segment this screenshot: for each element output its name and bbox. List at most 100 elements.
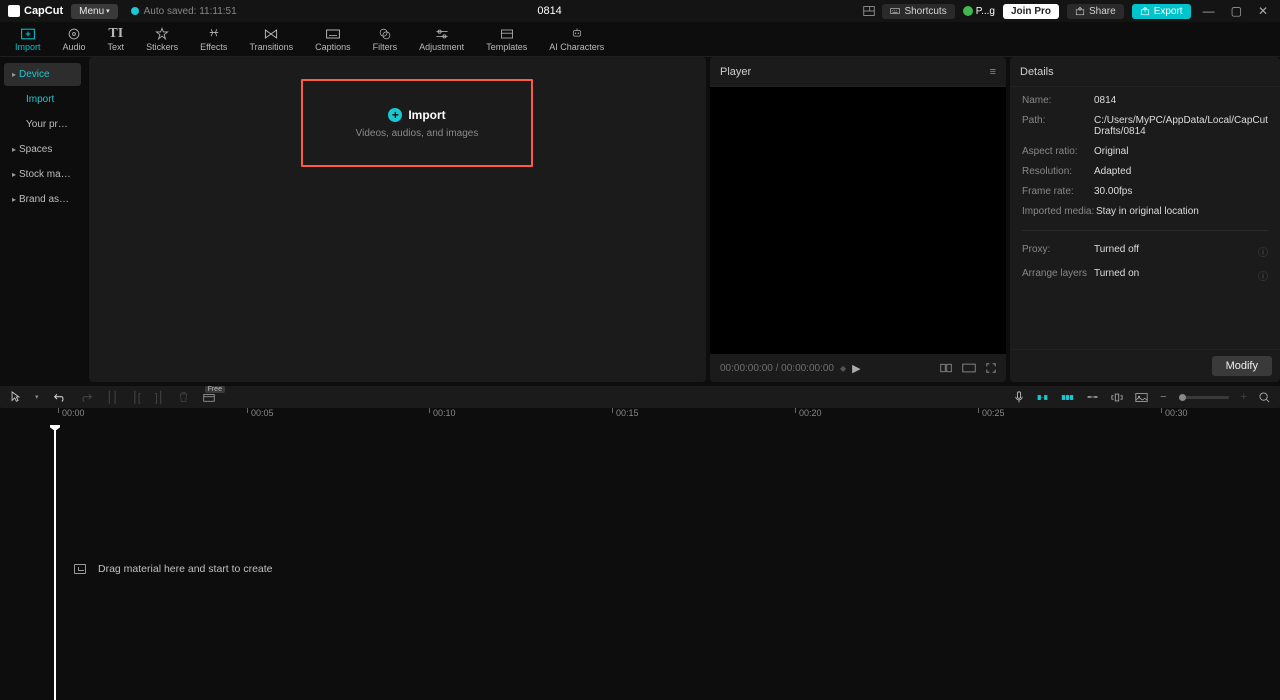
preview-icon[interactable] <box>1111 392 1123 403</box>
tool-tabs: Import Audio TI Text Stickers Effects Tr… <box>0 22 1280 57</box>
info-icon[interactable]: ⓘ <box>1258 268 1268 283</box>
import-dropzone-title: Import <box>408 108 445 122</box>
text-icon: TI <box>108 27 123 41</box>
magnet-main-icon[interactable] <box>1036 392 1049 403</box>
share-button[interactable]: Share <box>1067 4 1124 19</box>
fullscreen-icon[interactable] <box>986 363 996 373</box>
ruler-tick: 00:15 <box>612 408 639 418</box>
tab-import[interactable]: Import <box>4 22 52 56</box>
export-button[interactable]: Export <box>1132 4 1191 19</box>
tab-audio[interactable]: Audio <box>52 22 97 56</box>
detail-resolution-value: Adapted <box>1094 166 1268 177</box>
sidebar-item-device[interactable]: Device <box>4 63 81 86</box>
timeline-drop-hint: Drag material here and start to create <box>74 563 273 575</box>
delete-button <box>178 391 189 403</box>
sidebar-item-import[interactable]: Import <box>4 88 81 111</box>
undo-button[interactable] <box>53 392 66 403</box>
aspect-icon[interactable] <box>962 363 976 373</box>
user-status-dot-icon <box>963 6 973 16</box>
selection-dropdown-icon[interactable]: ▾ <box>35 393 39 401</box>
window-maximize-button[interactable]: ▢ <box>1227 4 1246 18</box>
export-icon <box>1140 6 1150 16</box>
sidebar-item-presets[interactable]: Your presets <box>4 113 81 136</box>
tab-effects[interactable]: Effects <box>189 22 238 56</box>
detail-aspect-value: Original <box>1094 146 1268 157</box>
join-pro-button[interactable]: Join Pro <box>1003 4 1059 19</box>
detail-framerate-value: 30.00fps <box>1094 186 1268 197</box>
menu-button[interactable]: Menu▾ <box>71 4 118 19</box>
tab-stickers[interactable]: Stickers <box>135 22 189 56</box>
plus-circle-icon: + <box>388 108 402 122</box>
ruler-tick: 00:30 <box>1161 408 1188 418</box>
zoom-out-button[interactable]: − <box>1160 391 1166 403</box>
player-timecode: 00:00:00:00 / 00:00:00:00 <box>720 363 834 374</box>
tab-adjustment[interactable]: Adjustment <box>408 22 475 56</box>
timeline-toolbar: ▾ ⎮⎮ ⎮[ ]⎮ Free − + <box>0 386 1280 408</box>
keyboard-icon <box>890 6 900 16</box>
adjustment-icon <box>434 27 450 41</box>
timeline-ruler[interactable]: 00:00 00:05 00:10 00:15 00:20 00:25 00:3… <box>0 408 1280 425</box>
zoom-slider[interactable] <box>1179 396 1229 399</box>
transitions-icon <box>263 27 279 41</box>
playhead[interactable] <box>54 425 56 700</box>
stickers-icon <box>154 27 170 41</box>
import-dropzone[interactable]: + Import Videos, audios, and images <box>301 79 533 167</box>
play-button[interactable]: ▶ <box>852 362 860 375</box>
sidebar-item-brand[interactable]: Brand assets <box>4 188 81 211</box>
tab-ai-characters[interactable]: AI Characters <box>538 22 615 56</box>
detail-path-value: C:/Users/MyPC/AppData/Local/CapCut Draft… <box>1094 115 1268 137</box>
magnet-track-icon[interactable] <box>1061 392 1074 403</box>
shortcuts-button[interactable]: Shortcuts <box>882 4 954 19</box>
auto-cut-button[interactable]: Free <box>203 392 225 403</box>
tab-captions[interactable]: Captions <box>304 22 362 56</box>
app-logo: CapCut <box>8 5 63 17</box>
sidebar-item-spaces[interactable]: Spaces <box>4 138 81 161</box>
ruler-tick: 00:20 <box>795 408 822 418</box>
free-tag: Free <box>205 386 225 393</box>
sidebar-item-stock[interactable]: Stock mate... <box>4 163 81 186</box>
effects-icon <box>206 27 222 41</box>
zoom-fit-button[interactable] <box>1259 392 1270 403</box>
selection-tool-icon[interactable] <box>10 391 21 403</box>
templates-icon <box>499 27 515 41</box>
audio-icon <box>66 27 82 41</box>
autosave-status: Auto saved: 11:11:51 <box>131 6 237 17</box>
detail-imported-value: Stay in original location <box>1096 206 1268 217</box>
player-menu-icon[interactable]: ≡ <box>990 66 996 78</box>
tab-filters[interactable]: Filters <box>362 22 409 56</box>
workspace: Device Import Your presets Spaces Stock … <box>0 57 1280 382</box>
tab-text[interactable]: TI Text <box>97 22 136 56</box>
zoom-in-button[interactable]: + <box>1241 391 1247 403</box>
timeline[interactable]: Drag material here and start to create <box>0 425 1280 700</box>
titlebar: CapCut Menu▾ Auto saved: 11:11:51 0814 S… <box>0 0 1280 22</box>
detail-proxy-value: Turned off <box>1094 244 1258 255</box>
link-icon[interactable] <box>1086 392 1099 402</box>
player-canvas[interactable] <box>710 87 1006 354</box>
detail-imported-label: Imported media: <box>1022 206 1096 217</box>
sidebar: Device Import Your presets Spaces Stock … <box>0 57 85 382</box>
redo-button[interactable] <box>80 392 93 403</box>
layout-icon[interactable] <box>862 5 874 17</box>
app-name: CapCut <box>24 5 63 17</box>
player-marker-icon[interactable]: ◆ <box>840 364 846 373</box>
cover-icon[interactable] <box>1135 392 1148 403</box>
detail-proxy-label: Proxy: <box>1022 244 1094 255</box>
window-minimize-button[interactable]: — <box>1199 4 1219 18</box>
mic-icon[interactable] <box>1014 391 1024 404</box>
user-badge[interactable]: P...g <box>963 6 995 17</box>
ruler-tick: 00:05 <box>247 408 274 418</box>
window-close-button[interactable]: ✕ <box>1254 4 1272 18</box>
info-icon[interactable]: ⓘ <box>1258 244 1268 259</box>
import-dropzone-subtitle: Videos, audios, and images <box>356 128 479 139</box>
delete-right-button: ]⎮ <box>155 391 164 404</box>
tab-templates[interactable]: Templates <box>475 22 538 56</box>
modify-button[interactable]: Modify <box>1212 356 1272 376</box>
capcut-logo-icon <box>8 5 20 17</box>
ruler-tick: 00:25 <box>978 408 1005 418</box>
compare-icon[interactable] <box>940 363 952 373</box>
filters-icon <box>377 27 393 41</box>
media-placeholder-icon <box>74 564 86 574</box>
player-title: Player <box>720 66 751 78</box>
tab-transitions[interactable]: Transitions <box>238 22 304 56</box>
player-panel: Player ≡ 00:00:00:00 / 00:00:00:00 ◆ ▶ <box>710 57 1006 382</box>
